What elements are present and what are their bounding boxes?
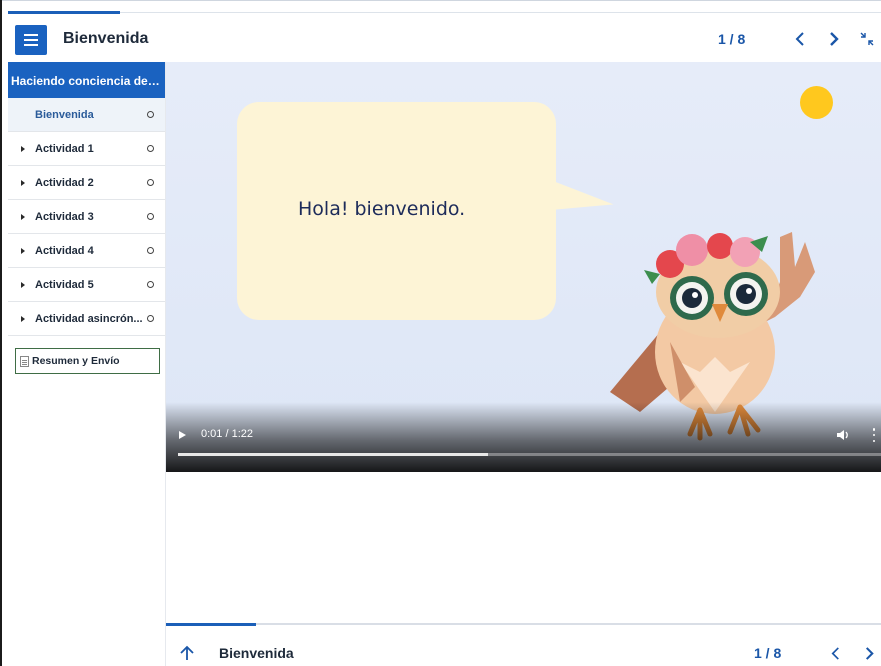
hamburger-menu-icon [24, 34, 38, 36]
caret-right-icon [21, 145, 25, 152]
status-circle-icon [147, 213, 154, 220]
caret-right-icon [21, 213, 25, 220]
sidebar-item-label: Actividad 5 [35, 278, 94, 291]
chevron-right-icon [865, 646, 874, 660]
status-circle-icon [147, 281, 154, 288]
footer-next-button[interactable] [856, 639, 881, 666]
video-progress-bar[interactable] [178, 453, 881, 456]
page-counter: 1 / 8 [718, 31, 746, 47]
sidebar-item-actividad-2[interactable]: Actividad 2 [8, 166, 165, 200]
chevron-right-icon [830, 32, 839, 46]
summary-label: Resumen y Envío [32, 355, 120, 367]
play-icon[interactable] [179, 431, 186, 439]
more-options-icon[interactable] [872, 428, 876, 442]
status-circle-icon [147, 315, 154, 322]
chevron-left-icon [795, 32, 804, 46]
sidebar-item-actividad-1[interactable]: Actividad 1 [8, 132, 165, 166]
speech-bubble: Hola! bienvenido. [237, 102, 556, 320]
sidebar-item-label: Actividad 2 [35, 176, 94, 189]
sidebar-section-title[interactable]: Haciendo conciencia de ... [8, 62, 165, 98]
next-page-button[interactable] [819, 23, 849, 55]
footer-prev-button[interactable] [822, 639, 848, 666]
top-progress-indicator [8, 11, 120, 14]
sidebar-item-actividad-4[interactable]: Actividad 4 [8, 234, 165, 268]
speech-text: Hola! bienvenido. [298, 198, 466, 220]
document-icon [20, 355, 29, 367]
status-circle-icon [147, 179, 154, 186]
menu-button[interactable] [15, 25, 47, 55]
prev-page-button[interactable] [785, 23, 815, 55]
controls-overlay [166, 402, 881, 472]
top-bar: Bienvenida 1 / 8 [2, 0, 881, 62]
caret-right-icon [21, 315, 25, 322]
chevron-left-icon [831, 646, 839, 660]
sidebar-item-actividad-3[interactable]: Actividad 3 [8, 200, 165, 234]
caret-right-icon [21, 247, 25, 254]
sun-image [800, 86, 833, 119]
sidebar-item-label: Actividad 3 [35, 210, 94, 223]
sidebar-item-label: Actividad 1 [35, 142, 94, 155]
volume-icon[interactable] [836, 429, 850, 441]
video-time: 0:01 / 1:22 [201, 428, 253, 440]
footer-title: Bienvenida [219, 645, 294, 661]
page-title: Bienvenida [63, 30, 149, 47]
collapse-button[interactable] [854, 23, 880, 55]
app-root: Bienvenida 1 / 8 Haciendo conciencia de … [0, 0, 881, 666]
bottom-progress-indicator [166, 623, 256, 626]
arrow-up-icon[interactable] [177, 643, 197, 663]
status-circle-icon [147, 111, 154, 118]
status-circle-icon [147, 247, 154, 254]
sidebar: Haciendo conciencia de ... Bienvenida Ac… [8, 62, 166, 666]
collapse-arrows-icon [860, 32, 874, 46]
bottom-bar: Bienvenida 1 / 8 [166, 623, 881, 666]
sidebar-item-actividad-5[interactable]: Actividad 5 [8, 268, 165, 302]
sidebar-item-actividad-asincronica[interactable]: Actividad asincrón... [8, 302, 165, 336]
sidebar-item-bienvenida[interactable]: Bienvenida [8, 98, 165, 132]
status-circle-icon [147, 145, 154, 152]
sidebar-item-label: Actividad 4 [35, 244, 94, 257]
top-divider [8, 12, 881, 13]
caret-right-icon [21, 179, 25, 186]
video-progress-fill [178, 453, 489, 456]
caret-right-icon [21, 281, 25, 288]
sidebar-item-label: Bienvenida [35, 108, 94, 121]
summary-and-submit-button[interactable]: Resumen y Envío [15, 348, 160, 374]
video-player[interactable]: Hola! bienvenido. 0:01 / 1:22 [166, 62, 881, 472]
footer-page-counter: 1 / 8 [754, 645, 782, 661]
sidebar-item-label: Actividad asincrón... [35, 312, 143, 325]
